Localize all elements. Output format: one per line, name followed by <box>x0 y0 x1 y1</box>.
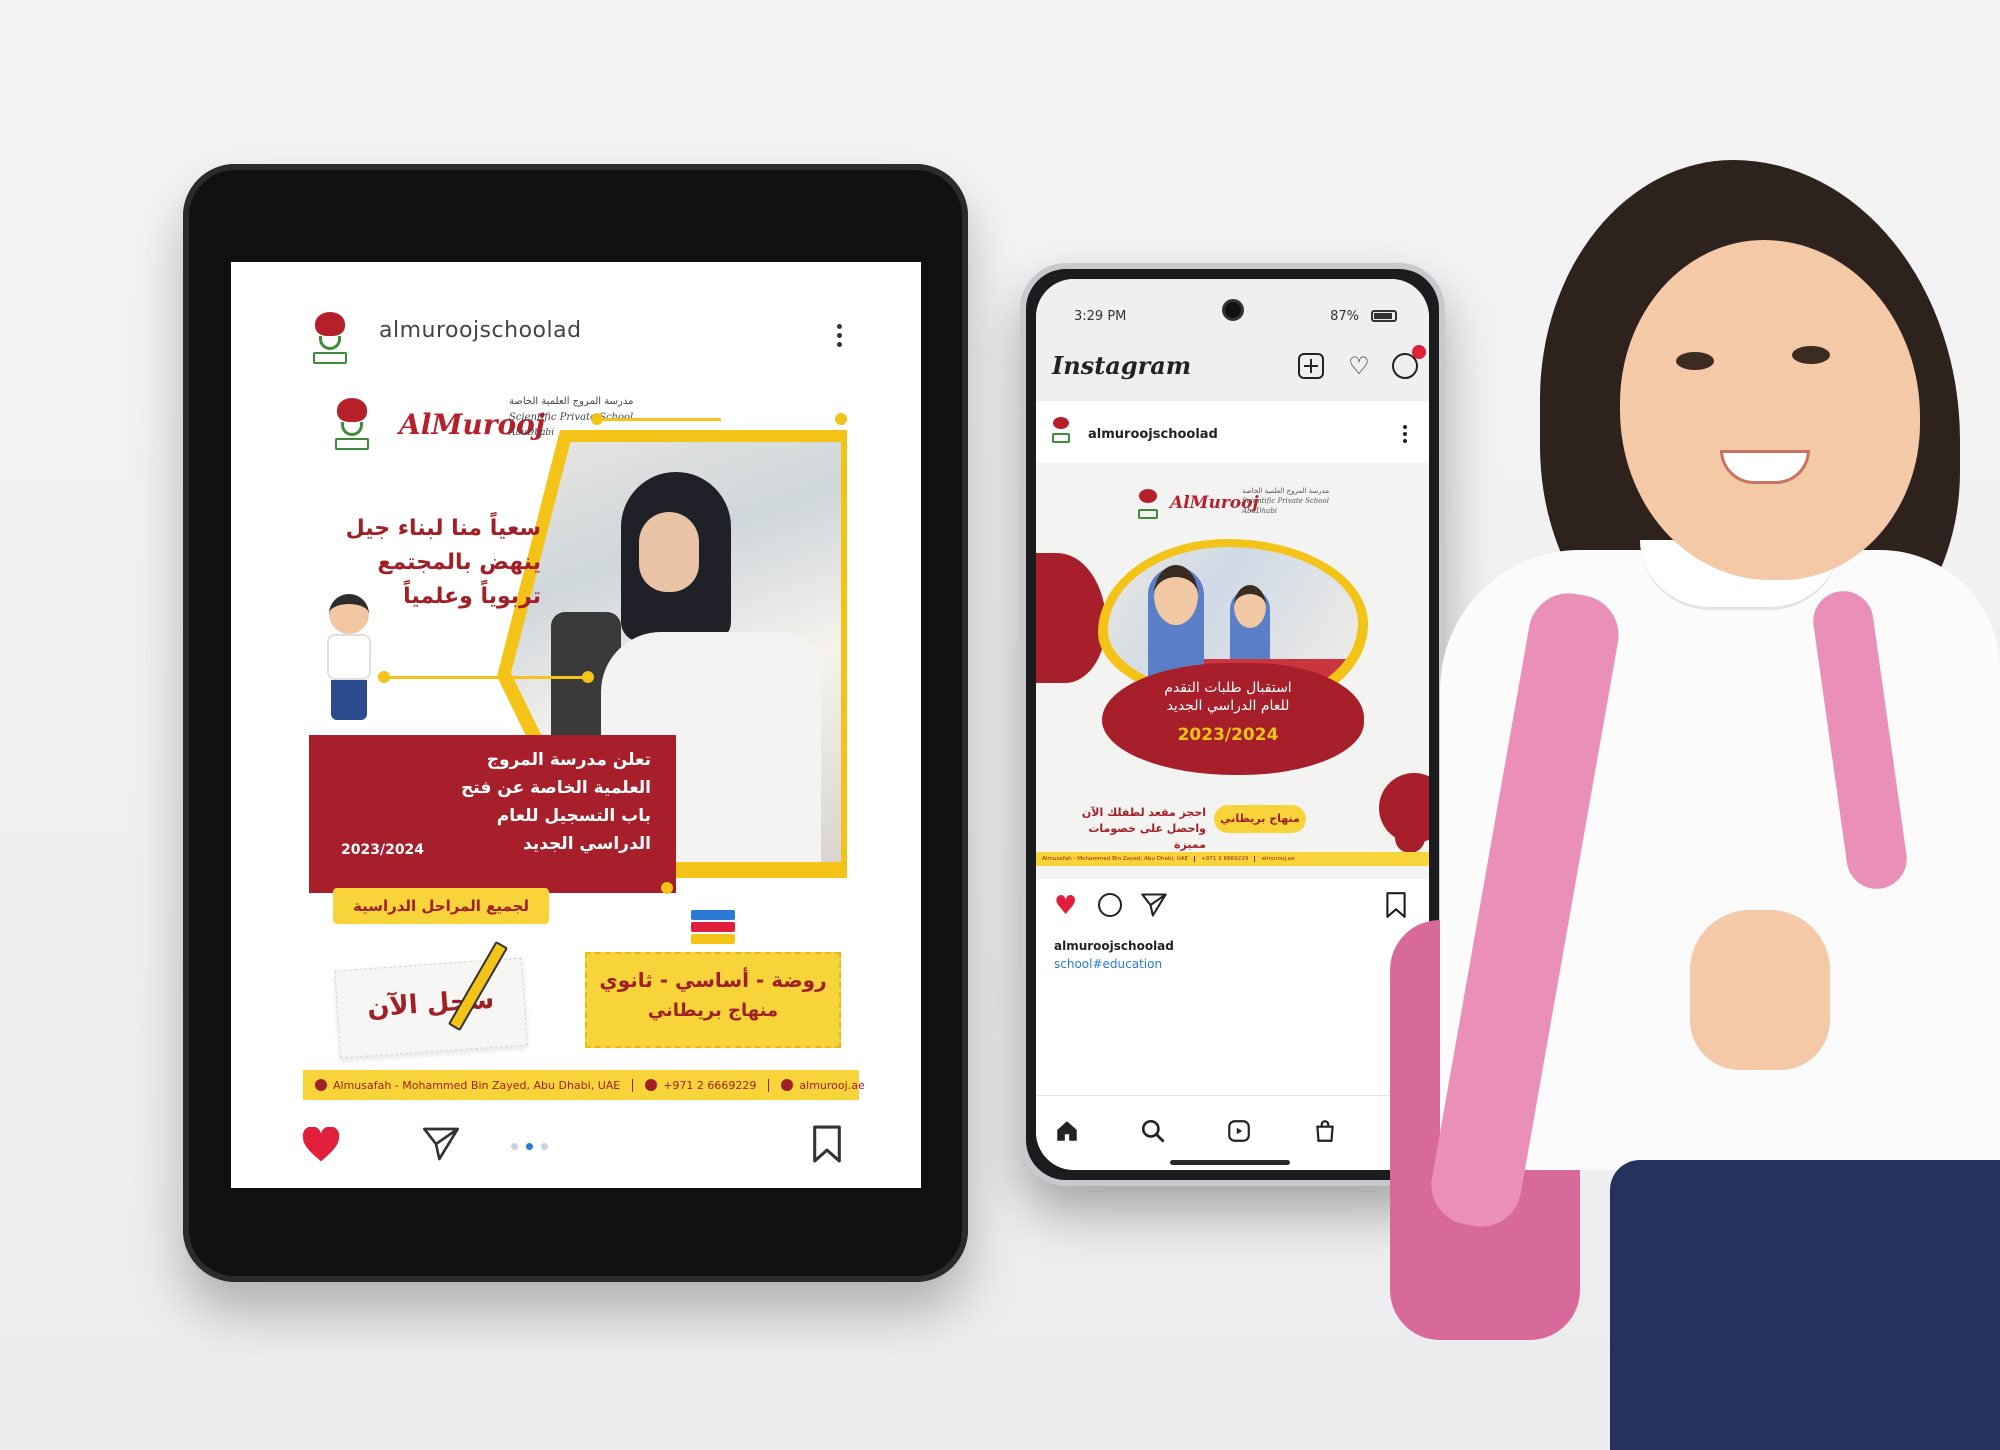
carousel-dots <box>511 1143 548 1150</box>
bottom-nav <box>1036 1095 1429 1170</box>
curriculum-pill: منهاج بريطاني <box>1214 805 1306 833</box>
decor-splash <box>1036 553 1106 683</box>
location-icon <box>315 1079 327 1091</box>
heart-icon[interactable]: ♡ <box>1346 353 1372 379</box>
post-image: AlMurooj مدرسة المروج العلمية الخاصة Sci… <box>301 382 861 1082</box>
send-icon[interactable] <box>421 1124 461 1164</box>
status-time: 3:29 PM <box>1074 309 1127 324</box>
new-post-icon[interactable] <box>1298 353 1324 379</box>
offer-text: احجز مقعد لطفلك الآن واحصل على خصومات مم… <box>1081 806 1206 851</box>
school-logo-icon[interactable] <box>307 310 353 370</box>
footer-address: Almusafah - Mohammed Bin Zayed, Abu Dhab… <box>1036 856 1196 862</box>
brand-english: Scientific Private School <box>1242 497 1329 505</box>
accent-dot <box>591 413 603 425</box>
bookmark-icon[interactable] <box>811 1124 843 1164</box>
school-logo-icon <box>329 396 375 456</box>
brand-city: AbuDhabi <box>1242 507 1278 515</box>
books-icon <box>691 910 735 950</box>
footer-website: almurooj.ae <box>1261 856 1295 862</box>
phone-screen: 3:29 PM 87% Instagram ♡ almuroojschoolad <box>1036 279 1429 1170</box>
levels-text: روضة - أساسي - ثانوي <box>599 968 827 992</box>
contact-footer: Almusafah - Mohammed Bin Zayed, Abu Dhab… <box>303 1070 865 1100</box>
heart-icon[interactable]: ♥ <box>1054 891 1077 921</box>
comment-icon[interactable] <box>1098 893 1122 917</box>
footer-address: Almusafah - Mohammed Bin Zayed, Abu Dhab… <box>333 1078 621 1092</box>
app-title[interactable]: Instagram <box>1052 351 1191 380</box>
home-icon[interactable] <box>1054 1118 1080 1144</box>
brand-block: AlMurooj مدرسة المروج العلمية الخاصة Sci… <box>1136 485 1336 535</box>
post-image: AlMurooj مدرسة المروج العلمية الخاصة Sci… <box>1036 463 1429 879</box>
cartoon-boy-illustration <box>313 594 383 724</box>
phone-icon <box>645 1079 658 1091</box>
tablet-device: almuroojschoolad AlMurooj مدرسة المروج ا… <box>183 164 968 1282</box>
footer-phone: +971 2 6669229 <box>1195 856 1256 862</box>
brand-city: AbuDhabi <box>509 428 555 438</box>
heart-icon[interactable] <box>301 1127 341 1163</box>
accent-dot <box>661 882 673 894</box>
academic-year: 2023/2024 <box>1177 725 1279 745</box>
reels-icon[interactable] <box>1226 1118 1252 1144</box>
battery-percent: 87% <box>1330 309 1359 324</box>
curriculum-text: منهاج بريطاني <box>647 1000 779 1021</box>
home-indicator <box>1170 1160 1290 1165</box>
brand-arabic: مدرسة المروج العلمية الخاصة <box>509 396 634 407</box>
accent-line <box>383 676 593 679</box>
post-actions: ♥ <box>1036 883 1429 927</box>
instagram-topbar: Instagram ♡ <box>1036 331 1429 401</box>
student-girl-photo <box>1390 120 2000 1450</box>
post-actions <box>231 1102 921 1188</box>
academic-year: 2023/2024 <box>341 842 425 858</box>
globe-icon <box>781 1079 794 1091</box>
footer-phone: +971 2 6669229 <box>663 1078 757 1092</box>
register-now-card[interactable]: سجل الآن <box>334 957 528 1059</box>
search-icon[interactable] <box>1140 1118 1166 1144</box>
caption-username[interactable]: almuroojschoolad <box>1054 939 1174 953</box>
more-icon[interactable] <box>837 324 843 350</box>
tablet-screen: almuroojschoolad AlMurooj مدرسة المروج ا… <box>231 262 921 1188</box>
footer-website: almurooj.ae <box>799 1078 865 1092</box>
shop-icon[interactable] <box>1312 1118 1338 1144</box>
school-logo-icon[interactable] <box>1050 417 1072 447</box>
school-logo-icon <box>1136 489 1160 523</box>
send-icon[interactable] <box>1140 891 1168 919</box>
post-username[interactable]: almuroojschoolad <box>1088 427 1218 442</box>
all-stages-pill: لجميع المراحل الدراسية <box>333 888 549 924</box>
post-header: almuroojschoolad <box>1036 409 1429 461</box>
announcement-text: استقبال طلبات التقدم للعام الدراسي الجدي… <box>1164 680 1292 714</box>
post-header: almuroojschoolad <box>231 262 921 382</box>
accent-dot <box>835 413 847 425</box>
brand-arabic: مدرسة المروج العلمية الخاصة <box>1242 487 1330 495</box>
accent-dot <box>582 671 594 683</box>
caption-hashtag[interactable]: school#education <box>1054 957 1162 971</box>
front-camera <box>1222 299 1244 321</box>
levels-box: روضة - أساسي - ثانوي منهاج بريطاني <box>585 952 841 1048</box>
more-icon[interactable] <box>1403 425 1407 446</box>
accent-line <box>601 418 721 421</box>
battery-icon <box>1371 310 1397 322</box>
phone-device: 3:29 PM 87% Instagram ♡ almuroojschoolad <box>1020 263 1445 1186</box>
bookmark-icon[interactable] <box>1385 891 1407 919</box>
mockup-stage: almuroojschoolad AlMurooj مدرسة المروج ا… <box>0 0 2000 1450</box>
contact-footer: Almusafah - Mohammed Bin Zayed, Abu Dhab… <box>1036 852 1429 866</box>
post-username[interactable]: almuroojschoolad <box>379 318 582 343</box>
